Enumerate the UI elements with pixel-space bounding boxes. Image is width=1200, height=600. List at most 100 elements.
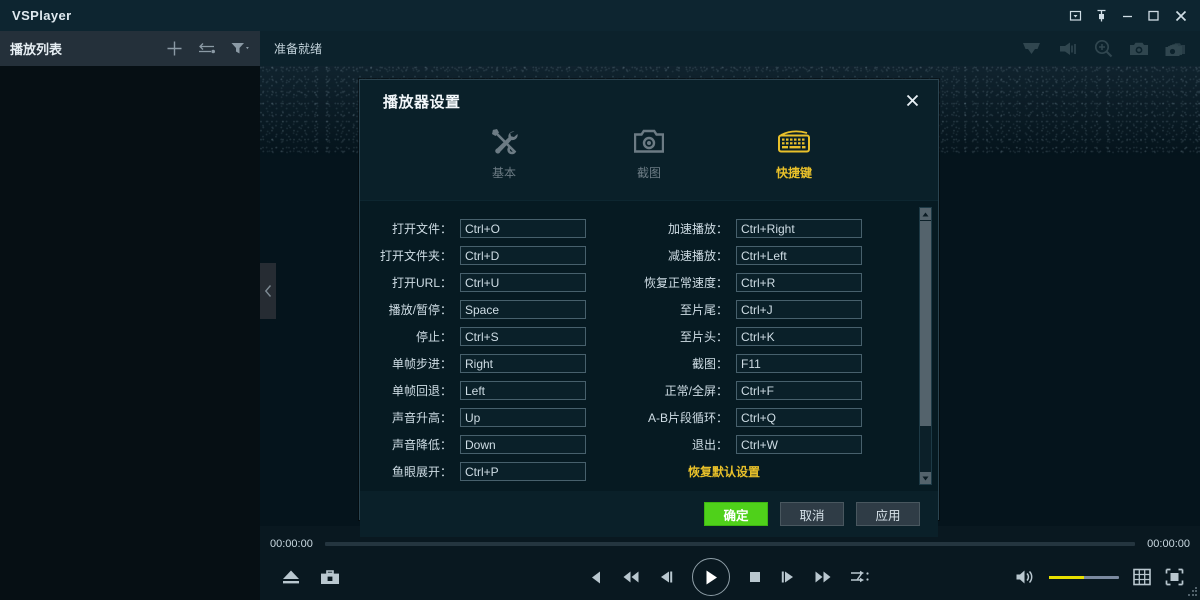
shortcut-label: 减速播放： — [667, 249, 728, 263]
playlist-items[interactable] — [0, 66, 260, 600]
playlist-toolbar — [166, 40, 250, 57]
shortcut-label: 单帧回退： — [391, 384, 452, 398]
frame-forward-button[interactable] — [780, 570, 796, 584]
tab-shortcuts[interactable]: 快捷键 — [722, 120, 867, 181]
shortcut-input-open-url[interactable]: Ctrl+U — [460, 273, 586, 292]
play-button[interactable] — [692, 558, 730, 596]
tab-shortcuts-label: 快捷键 — [775, 166, 812, 180]
rewind-button[interactable] — [622, 570, 640, 584]
step-back-button[interactable] — [590, 570, 604, 585]
shortcut-input-stop[interactable]: Ctrl+S — [460, 327, 586, 346]
tools-icon — [489, 124, 519, 158]
shortcut-row: 退出： Ctrl+W — [632, 431, 904, 458]
playlist-collapse-handle[interactable] — [260, 263, 276, 319]
shortcut-label: 单帧步进： — [391, 357, 452, 371]
shortcuts-grid: 打开文件： Ctrl+O 打开文件夹： Ctrl+D 打开URL： Ctrl+U 播放… — [360, 215, 920, 485]
shortcut-input-exit[interactable]: Ctrl+W — [736, 435, 862, 454]
fast-forward-button[interactable] — [814, 570, 832, 584]
shortcut-label: 截图： — [691, 357, 728, 371]
shortcut-label: 鱼眼展开： — [391, 465, 452, 479]
volume-button[interactable] — [1015, 569, 1035, 585]
shortcut-input-open-folder[interactable]: Ctrl+D — [460, 246, 586, 265]
shortcut-row: 减速播放： Ctrl+Left — [632, 242, 904, 269]
shortcut-input-snapshot[interactable]: F11 — [736, 354, 862, 373]
tab-screenshot[interactable]: 截图 — [577, 120, 722, 181]
tab-basic[interactable]: 基本 — [432, 120, 577, 181]
swap-icon[interactable] — [197, 42, 216, 56]
shortcut-input-ab-loop[interactable]: Ctrl+Q — [736, 408, 862, 427]
maximize-icon[interactable] — [1140, 0, 1166, 31]
cancel-button[interactable]: 取消 — [780, 502, 844, 526]
shortcut-input-volume-down[interactable]: Down — [460, 435, 586, 454]
apply-button[interactable]: 应用 — [856, 502, 920, 526]
restore-defaults-row: 恢复默认设置 — [632, 458, 904, 485]
shortcut-label: 恢复正常速度： — [643, 276, 728, 290]
ptz-dome-icon[interactable] — [1021, 40, 1042, 57]
dialog-close-icon[interactable] — [900, 88, 924, 112]
toolbox-button[interactable] — [320, 568, 340, 586]
layout-grid-button[interactable] — [1133, 568, 1151, 586]
stop-button[interactable] — [748, 570, 762, 584]
shortcut-input-open-file[interactable]: Ctrl+O — [460, 219, 586, 238]
playlist-title: 播放列表 — [10, 42, 63, 57]
shortcut-label: 停止： — [415, 330, 452, 344]
shortcut-input-frame-forward[interactable]: Right — [460, 354, 586, 373]
shortcut-row: 鱼眼展开： Ctrl+P — [360, 458, 632, 485]
shortcut-row: 停止： Ctrl+S — [360, 323, 632, 350]
filter-icon[interactable] — [230, 41, 250, 56]
left-buttons — [280, 568, 340, 586]
window-resize-grip[interactable] — [1187, 587, 1197, 597]
audio-talk-icon[interactable] — [1058, 41, 1078, 57]
scrollbar-thumb[interactable] — [920, 221, 931, 426]
window-restore-icon[interactable] — [1062, 0, 1088, 31]
snapshot-icon[interactable] — [1129, 41, 1149, 57]
eject-button[interactable] — [280, 568, 302, 586]
scroll-down-arrow-icon[interactable] — [920, 472, 931, 484]
pin-icon[interactable] — [1088, 0, 1114, 31]
shortcut-input-volume-up[interactable]: Up — [460, 408, 586, 427]
close-icon[interactable] — [1166, 0, 1196, 31]
shortcut-label: 退出： — [691, 438, 728, 452]
tab-screenshot-label: 截图 — [636, 166, 661, 180]
shortcut-row: 截图： F11 — [632, 350, 904, 377]
add-icon[interactable] — [166, 40, 183, 57]
seek-row: 00:00:00 00:00:00 — [260, 534, 1200, 554]
scroll-up-arrow-icon[interactable] — [920, 208, 931, 220]
ok-button[interactable]: 确定 — [704, 502, 768, 526]
shortcut-input-speed-up[interactable]: Ctrl+Right — [736, 219, 862, 238]
dialog-tabs: 基本 截图 快捷键 — [360, 120, 938, 200]
shortcut-label: 加速播放： — [667, 222, 728, 236]
shortcuts-scrollbar[interactable] — [919, 207, 932, 485]
shortcut-input-fullscreen[interactable]: Ctrl+F — [736, 381, 862, 400]
shortcut-label: A-B片段循环： — [647, 411, 728, 425]
shortcut-input-normal-speed[interactable]: Ctrl+R — [736, 273, 862, 292]
shortcut-input-slow-down[interactable]: Ctrl+Left — [736, 246, 862, 265]
seek-slider[interactable] — [324, 542, 1136, 546]
burst-snapshot-icon[interactable] — [1165, 40, 1186, 57]
shortcut-row: 打开URL： Ctrl+U — [360, 269, 632, 296]
shortcut-input-goto-start[interactable]: Ctrl+K — [736, 327, 862, 346]
shortcuts-panel: 打开文件： Ctrl+O 打开文件夹： Ctrl+D 打开URL： Ctrl+U 播放… — [360, 200, 938, 491]
video-toolbar-icons — [1021, 39, 1186, 58]
shortcut-row: 打开文件： Ctrl+O — [360, 215, 632, 242]
playlist-header: 播放列表 — [0, 31, 260, 66]
camera-icon — [634, 124, 664, 158]
shortcut-input-goto-end[interactable]: Ctrl+J — [736, 300, 862, 319]
shortcut-row: 播放/暂停： Space — [360, 296, 632, 323]
digital-zoom-icon[interactable] — [1094, 39, 1113, 58]
shortcut-label: 打开文件： — [391, 222, 452, 236]
shortcut-input-fisheye-expand[interactable]: Ctrl+P — [460, 462, 586, 481]
window-buttons — [1062, 0, 1200, 31]
dialog-header: 播放器设置 — [360, 80, 938, 120]
shortcut-label: 打开文件夹： — [379, 249, 452, 263]
shortcut-row: 恢复正常速度： Ctrl+R — [632, 269, 904, 296]
fullscreen-button[interactable] — [1165, 568, 1184, 586]
volume-slider[interactable] — [1049, 575, 1119, 579]
restore-defaults-link[interactable]: 恢复默认设置 — [688, 463, 760, 480]
minimize-icon[interactable] — [1114, 0, 1140, 31]
frame-back-button[interactable] — [658, 570, 674, 584]
playback-rate-button[interactable] — [850, 570, 870, 584]
shortcut-input-frame-back[interactable]: Left — [460, 381, 586, 400]
shortcut-row: 正常/全屏： Ctrl+F — [632, 377, 904, 404]
shortcut-input-play-pause[interactable]: Space — [460, 300, 586, 319]
